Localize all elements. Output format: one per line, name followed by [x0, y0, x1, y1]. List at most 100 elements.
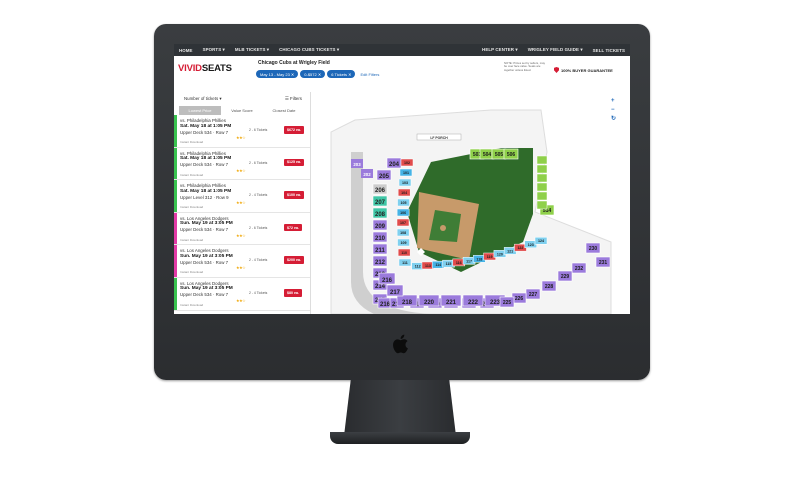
reset-map-button[interactable]: ↻	[611, 116, 616, 122]
ticket-count-chip[interactable]: 6 Tickets ✕	[327, 70, 356, 78]
map-section-label[interactable]: 212	[375, 260, 386, 266]
map-section-label[interactable]: 208	[375, 212, 386, 218]
map-section-label[interactable]: 114	[435, 263, 441, 267]
map-section-label[interactable]: 228	[545, 284, 554, 290]
map-section-label[interactable]: 203	[353, 162, 361, 167]
listing-section: Upper Deck 534 · Row 7	[180, 259, 229, 265]
map-section-label[interactable]: 205	[379, 174, 390, 180]
listing-price-button[interactable]: $672 ea.	[284, 126, 304, 134]
nav-help-center[interactable]: HELP CENTER ▾	[477, 47, 523, 53]
listing-price-button[interactable]: $80 ea.	[284, 288, 302, 297]
map-section-label[interactable]: 120	[497, 252, 503, 256]
nav-wrigley-guide[interactable]: WRIGLEY FIELD GUIDE ▾	[523, 47, 588, 53]
zoom-in-button[interactable]: +	[611, 98, 616, 104]
map-section-label[interactable]: 216	[382, 278, 393, 284]
map-section[interactable]	[536, 173, 548, 183]
map-section-label[interactable]: 119	[487, 255, 493, 259]
map-section-label[interactable]: 222	[468, 300, 479, 306]
vividseats-logo[interactable]: VIVIDSEATS	[178, 63, 232, 74]
map-section-label[interactable]: 229	[561, 274, 570, 280]
nav-home[interactable]: HOME	[174, 48, 198, 53]
listing-price-button[interactable]: $100 ea.	[284, 191, 304, 199]
map-section-label[interactable]: 122	[517, 246, 523, 250]
tab-value-score[interactable]: Value Score	[221, 106, 263, 115]
map-section-label[interactable]: 123	[528, 243, 534, 247]
map-section-label[interactable]: 102	[404, 161, 410, 165]
map-section-label[interactable]: 113	[425, 264, 431, 268]
nav-mlb-tickets[interactable]: MLB TICKETS ▾	[230, 47, 274, 53]
map-section-label[interactable]: 104	[401, 191, 407, 195]
map-section-label[interactable]: 101	[403, 171, 409, 175]
listing-row[interactable]: vs. Los Angeles Dodgers Sun. May 19 at 3:…	[174, 212, 310, 246]
map-section-label[interactable]: 110	[401, 251, 407, 255]
map-section-label[interactable]: 220	[424, 300, 435, 306]
map-section[interactable]	[536, 200, 548, 210]
map-section-label[interactable]: 106	[400, 211, 406, 215]
nav-sports[interactable]: SPORTS ▾	[198, 47, 230, 53]
listing-price-button[interactable]: $72 ea.	[284, 223, 302, 232]
listing-delivery: Instant Download	[180, 270, 204, 275]
map-section-label[interactable]: 115	[446, 262, 452, 266]
map-section-label[interactable]: 118	[476, 257, 482, 261]
map-section[interactable]	[536, 155, 548, 165]
nav-sell-tickets[interactable]: SELL TICKETS	[588, 48, 630, 53]
map-section-label[interactable]: 217	[390, 290, 401, 296]
lf-porch-label: LF PORCH	[430, 136, 448, 140]
map-section-label[interactable]: 207	[375, 200, 386, 206]
listing-row[interactable]: vs. Philadelphia Phillies Sat. May 18 at …	[174, 115, 310, 148]
listing-row[interactable]: vs. Philadelphia Phillies Sat. May 18 at …	[174, 147, 310, 181]
map-section-label[interactable]: 121	[507, 249, 513, 253]
map-section[interactable]	[536, 182, 548, 192]
listing-row[interactable]: vs. Los Angeles Dodgers Sun. May 19 at 3:…	[174, 245, 310, 278]
map-section-label[interactable]: 227	[529, 292, 538, 298]
map-section-label[interactable]: 230	[589, 246, 598, 252]
map-section-label[interactable]: 231	[599, 260, 608, 266]
map-section-label[interactable]: 216	[380, 302, 391, 308]
listing-price-button[interactable]: $125 ea.	[284, 158, 304, 167]
listing-row[interactable]: vs. Los Angeles Dodgers Sun. May 19 at 3:…	[174, 277, 310, 311]
map-section-label[interactable]: 210	[375, 236, 386, 242]
price-range-chip[interactable]: 0-$572 ✕	[300, 70, 326, 78]
nav-cubs-tickets[interactable]: CHICAGO CUBS TICKETS ▾	[274, 47, 344, 53]
map-section-label[interactable]: 107	[400, 221, 406, 225]
buyer-guarantee[interactable]: 100% BUYER GUARANTEE	[554, 67, 613, 73]
map-section-label[interactable]: 204	[389, 162, 400, 168]
listing-price-button[interactable]: $200 ea.	[284, 256, 304, 264]
map-section-label[interactable]: 225	[503, 300, 512, 306]
map-section-label[interactable]: 116	[456, 261, 462, 265]
date-range-chip[interactable]: May 13 - May 23 ✕	[256, 70, 299, 78]
tab-closest-date[interactable]: Closest Date	[263, 106, 305, 115]
map-section-label[interactable]: 124	[538, 239, 544, 243]
filters-button[interactable]: ☰ Filters	[285, 96, 302, 102]
map-section-label[interactable]: 218	[402, 300, 413, 306]
zoom-out-button[interactable]: −	[611, 107, 616, 113]
map-section-label[interactable]: 505	[495, 152, 504, 158]
map-section-label[interactable]: 506	[507, 152, 516, 158]
map-section-label[interactable]: 112	[415, 265, 421, 269]
map-section-label[interactable]: 214	[375, 284, 386, 290]
map-section-label[interactable]: 226	[515, 296, 524, 302]
map-section-label[interactable]: 103	[402, 181, 408, 185]
map-section-label[interactable]: 221	[446, 300, 457, 306]
stadium-map[interactable]: 2042052062072082092102112122132142152162…	[311, 92, 630, 314]
map-section-label[interactable]: 117	[466, 259, 472, 263]
seat-map[interactable]: 2042052062072082092102112122132142152162…	[311, 92, 630, 314]
map-section-label[interactable]: 209	[375, 224, 386, 230]
map-section-label[interactable]: 211	[375, 248, 385, 254]
listing-row[interactable]: vs. Philadelphia Phillies Sat. May 18 at …	[174, 180, 310, 213]
map-section-label[interactable]: 232	[575, 266, 584, 272]
edit-filters-link[interactable]: Edit Filters	[360, 72, 379, 77]
map-section-label[interactable]: 109	[401, 241, 407, 245]
map-section-label[interactable]: 206	[375, 188, 386, 194]
map-section-label[interactable]: 111	[402, 261, 408, 265]
map-section-label[interactable]: 223	[490, 300, 501, 306]
map-section[interactable]	[536, 191, 548, 201]
map-section[interactable]	[536, 164, 548, 174]
tab-lowest-price[interactable]: Lowest Price	[179, 106, 221, 115]
map-section-label[interactable]: 108	[400, 231, 406, 235]
ticket-quantity-select[interactable]: Number of tickets ▾	[184, 96, 222, 102]
map-section-label[interactable]: 504	[483, 152, 492, 158]
map-section-label[interactable]: 202	[363, 172, 371, 177]
map-section-label[interactable]: 105	[401, 201, 407, 205]
listing-delivery: Instant Download	[180, 140, 204, 144]
